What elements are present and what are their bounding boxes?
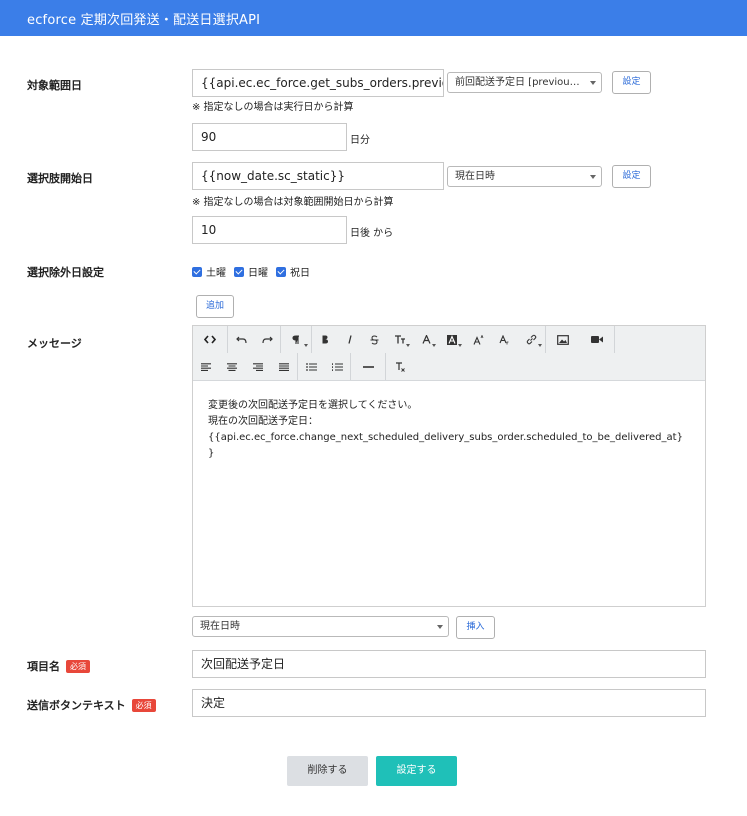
range-input[interactable]: {{api.ec.ec_force.get_subs_orders.previo… <box>192 69 444 97</box>
message-editor: 変更後の次回配送予定日を選択してください。 現在の次回配送予定日： {{api.… <box>192 325 706 607</box>
bullet-list-icon[interactable] <box>298 353 324 380</box>
range-select-value: 前回配送予定日 [previou… <box>455 77 580 88</box>
image-icon[interactable] <box>546 326 580 353</box>
item-name-input[interactable]: 次回配送予定日 <box>192 650 706 678</box>
numbered-list-icon[interactable] <box>324 353 350 380</box>
submit-text-input[interactable]: 決定 <box>192 689 706 717</box>
message-line: {{api.ec.ec_force.change_next_scheduled_… <box>208 432 683 443</box>
exclude-sunday[interactable]: 日曜 <box>234 264 268 279</box>
page-title: ecforce 定期次回発送・配送日選択API <box>27 13 261 28</box>
font-color-icon[interactable] <box>413 326 439 353</box>
exclude-sunday-label: 日曜 <box>248 268 268 279</box>
range-label: 対象範囲日 <box>27 79 82 92</box>
insert-button[interactable]: 挿入 <box>456 616 495 639</box>
editor-toolbar-row-1 <box>193 326 705 353</box>
italic-icon[interactable] <box>337 326 362 353</box>
submit-text-label: 送信ボタンテキスト 必須 <box>27 697 156 713</box>
undo-icon[interactable] <box>228 326 254 353</box>
chevron-down-icon <box>590 81 596 85</box>
strikethrough-icon[interactable] <box>362 326 387 353</box>
app-header: ecforce 定期次回発送・配送日選択API <box>0 0 747 36</box>
insert-variable-select[interactable]: 現在日時 <box>192 616 449 637</box>
item-name-label: 項目名 必須 <box>27 658 90 674</box>
message-line: 変更後の次回配送予定日を選択してください。 <box>208 400 418 411</box>
range-set-button[interactable]: 設定 <box>612 71 651 94</box>
chevron-down-icon <box>437 625 443 629</box>
exclude-checkbox-group: 土曜 日曜 祝日 <box>192 264 318 279</box>
choice-start-select-value: 現在日時 <box>455 171 495 182</box>
superscript-icon[interactable] <box>465 326 491 353</box>
range-days-unit: 日分 <box>350 135 370 146</box>
exclude-label: 選択除外日設定 <box>27 266 104 279</box>
choice-start-days-unit: 日後 から <box>350 228 394 239</box>
message-line: } <box>208 448 215 459</box>
subscript-icon[interactable] <box>491 326 517 353</box>
delete-button[interactable]: 削除する <box>287 756 368 786</box>
paragraph-icon[interactable] <box>281 326 311 353</box>
required-badge: 必須 <box>131 699 156 712</box>
align-right-icon[interactable] <box>245 353 271 380</box>
choice-start-days-input[interactable]: 10 <box>192 216 347 244</box>
choice-start-input[interactable]: {{now_date.sc_static}} <box>192 162 444 190</box>
exclude-holiday[interactable]: 祝日 <box>276 264 310 279</box>
link-icon[interactable] <box>517 326 545 353</box>
message-line: 現在の次回配送予定日： <box>208 416 318 427</box>
clear-format-icon[interactable] <box>386 353 414 380</box>
choice-start-set-button[interactable]: 設定 <box>612 165 651 188</box>
exclude-saturday-label: 土曜 <box>206 268 226 279</box>
chevron-down-icon <box>590 175 596 179</box>
horizontal-rule-icon[interactable] <box>351 353 385 380</box>
editor-toolbar-row-2 <box>193 353 705 381</box>
choice-start-note: ※ 指定なしの場合は対象範囲開始日から計算 <box>192 197 394 208</box>
exclude-add-button[interactable]: 追加 <box>196 295 234 318</box>
item-name-label-text: 項目名 <box>27 660 60 673</box>
choice-start-label: 選択肢開始日 <box>27 172 93 185</box>
checkbox-checked-icon[interactable] <box>192 266 202 277</box>
video-icon[interactable] <box>580 326 614 353</box>
range-select[interactable]: 前回配送予定日 [previou… <box>447 72 602 93</box>
align-center-icon[interactable] <box>219 353 245 380</box>
save-button[interactable]: 設定する <box>376 756 457 786</box>
required-badge: 必須 <box>66 660 90 673</box>
range-days-input[interactable]: 90 <box>192 123 347 151</box>
exclude-holiday-label: 祝日 <box>290 268 310 279</box>
insert-variable-select-value: 現在日時 <box>200 621 240 632</box>
submit-text-label-text: 送信ボタンテキスト <box>27 699 126 712</box>
checkbox-checked-icon[interactable] <box>276 266 286 277</box>
message-body[interactable]: 変更後の次回配送予定日を選択してください。 現在の次回配送予定日： {{api.… <box>208 398 683 462</box>
bold-icon[interactable] <box>312 326 337 353</box>
message-label: メッセージ <box>27 337 82 350</box>
checkbox-checked-icon[interactable] <box>234 266 244 277</box>
font-size-icon[interactable] <box>387 326 413 353</box>
exclude-saturday[interactable]: 土曜 <box>192 264 226 279</box>
choice-start-select[interactable]: 現在日時 <box>447 166 602 187</box>
background-color-icon[interactable] <box>439 326 465 353</box>
align-justify-icon[interactable] <box>271 353 297 380</box>
align-left-icon[interactable] <box>193 353 219 380</box>
redo-icon[interactable] <box>254 326 280 353</box>
range-note: ※ 指定なしの場合は実行日から計算 <box>192 102 354 113</box>
code-view-icon[interactable] <box>193 326 227 353</box>
